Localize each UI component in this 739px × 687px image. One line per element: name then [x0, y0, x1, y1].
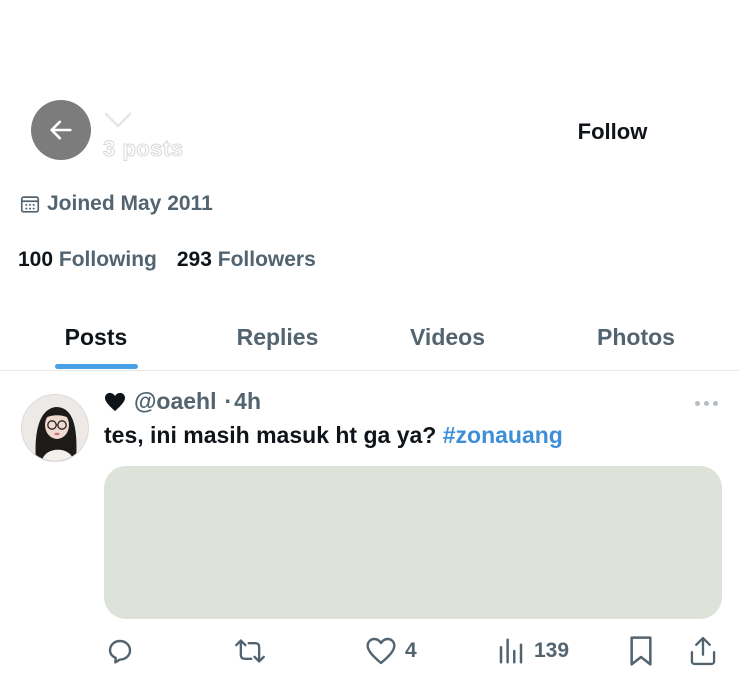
joined-label: Joined May 2011 [47, 192, 213, 215]
tab-videos[interactable]: Videos [390, 304, 505, 370]
more-dot-icon [703, 400, 709, 406]
more-dot-icon [694, 400, 700, 406]
views-button[interactable]: 139 [496, 632, 569, 670]
active-tab-indicator [55, 364, 138, 369]
profile-tabs: Posts Replies Videos Photos [0, 304, 739, 370]
tweet-media[interactable] [104, 466, 722, 619]
tweet-header: @oaehl · 4h [104, 388, 261, 415]
share-button[interactable] [688, 632, 718, 670]
arrow-left-icon [50, 120, 72, 140]
retweet-icon [235, 639, 265, 663]
chevron-down-icon [104, 112, 132, 128]
following-link[interactable]: 100 Following [18, 248, 157, 272]
reply-button[interactable] [104, 632, 144, 670]
avatar[interactable] [21, 394, 89, 462]
views-count: 139 [534, 639, 570, 662]
followers-link[interactable]: 293 Followers [177, 248, 316, 272]
heart-outline-icon [366, 637, 396, 665]
like-count: 4 [405, 639, 417, 662]
bookmark-button[interactable] [627, 632, 655, 670]
more-dot-icon [712, 400, 718, 406]
like-button[interactable]: 4 [365, 632, 417, 670]
following-label: Following [58, 248, 157, 271]
tweet-handle[interactable]: @oaehl [134, 388, 217, 415]
followers-count: 293 [176, 248, 212, 271]
tabs-divider [0, 370, 739, 371]
tweet-time[interactable]: 4h [234, 388, 261, 415]
follow-stats: 100 Following 293 Followers [18, 248, 316, 272]
retweet-button[interactable] [233, 632, 275, 670]
reply-icon [108, 639, 132, 664]
posts-count: 3 posts [103, 136, 184, 162]
tweet-text: tes, ini masih masuk ht ga ya? #zonauang [104, 422, 563, 449]
tweet-body: tes, ini masih masuk ht ga ya? [104, 422, 437, 448]
views-icon [499, 638, 523, 664]
more-options-button[interactable] [690, 392, 722, 414]
tab-photos[interactable]: Photos [575, 304, 697, 370]
hashtag-link[interactable]: #zonauang [443, 422, 563, 448]
tweet-separator: · [224, 388, 233, 414]
back-button[interactable] [31, 100, 91, 160]
following-count: 100 [18, 248, 54, 271]
avatar-image [22, 395, 88, 461]
follow-button[interactable]: Follow [540, 110, 685, 154]
followers-label: Followers [217, 248, 316, 271]
bookmark-icon [630, 636, 652, 666]
calendar-icon [20, 196, 40, 213]
tab-posts[interactable]: Posts [40, 304, 152, 370]
heart-icon [105, 392, 125, 411]
tab-replies[interactable]: Replies [215, 304, 340, 370]
joined-date: Joined May 2011 [19, 192, 213, 216]
share-icon [690, 636, 716, 666]
